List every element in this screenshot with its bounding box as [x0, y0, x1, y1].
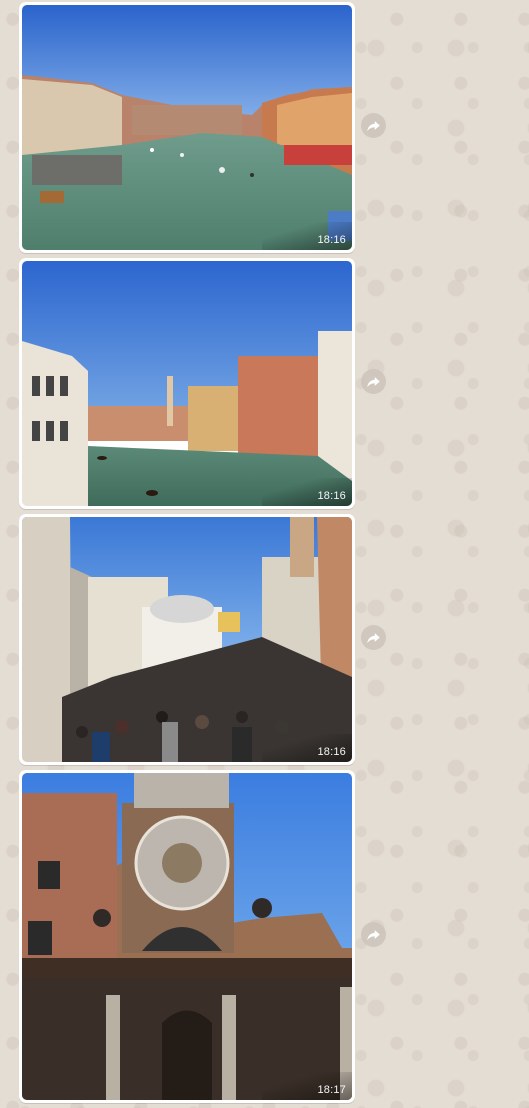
image-message[interactable]: 18:16 — [19, 514, 355, 765]
forward-arrow-icon — [367, 633, 380, 644]
message-photo-rialto-bridge-crowd[interactable] — [22, 517, 352, 762]
forward-arrow-icon — [367, 377, 380, 388]
message-photo-san-giacomo-di-rialto-clock[interactable] — [22, 773, 352, 1100]
image-message[interactable]: 18:17 — [19, 770, 355, 1103]
forward-button[interactable] — [361, 369, 386, 394]
forward-arrow-icon — [367, 121, 380, 132]
message-photo-grand-canal-palazzi[interactable] — [22, 261, 352, 506]
forward-button[interactable] — [361, 113, 386, 138]
message-photo-grand-canal-view[interactable] — [22, 5, 352, 250]
photo-grand-canal-view-image — [22, 5, 352, 250]
forward-arrow-icon — [367, 930, 380, 941]
photo-san-giacomo-clock-image — [22, 773, 352, 1100]
forward-button[interactable] — [361, 625, 386, 650]
message-timestamp: 18:16 — [317, 490, 346, 502]
message-timestamp: 18:16 — [317, 234, 346, 246]
image-message[interactable]: 18:16 — [19, 258, 355, 509]
message-timestamp: 18:16 — [317, 746, 346, 758]
image-message[interactable]: 18:16 — [19, 2, 355, 253]
photo-rialto-bridge-crowd-image — [22, 517, 352, 762]
forward-button[interactable] — [361, 922, 386, 947]
message-timestamp: 18:17 — [317, 1084, 346, 1096]
photo-grand-canal-palazzi-image — [22, 261, 352, 506]
